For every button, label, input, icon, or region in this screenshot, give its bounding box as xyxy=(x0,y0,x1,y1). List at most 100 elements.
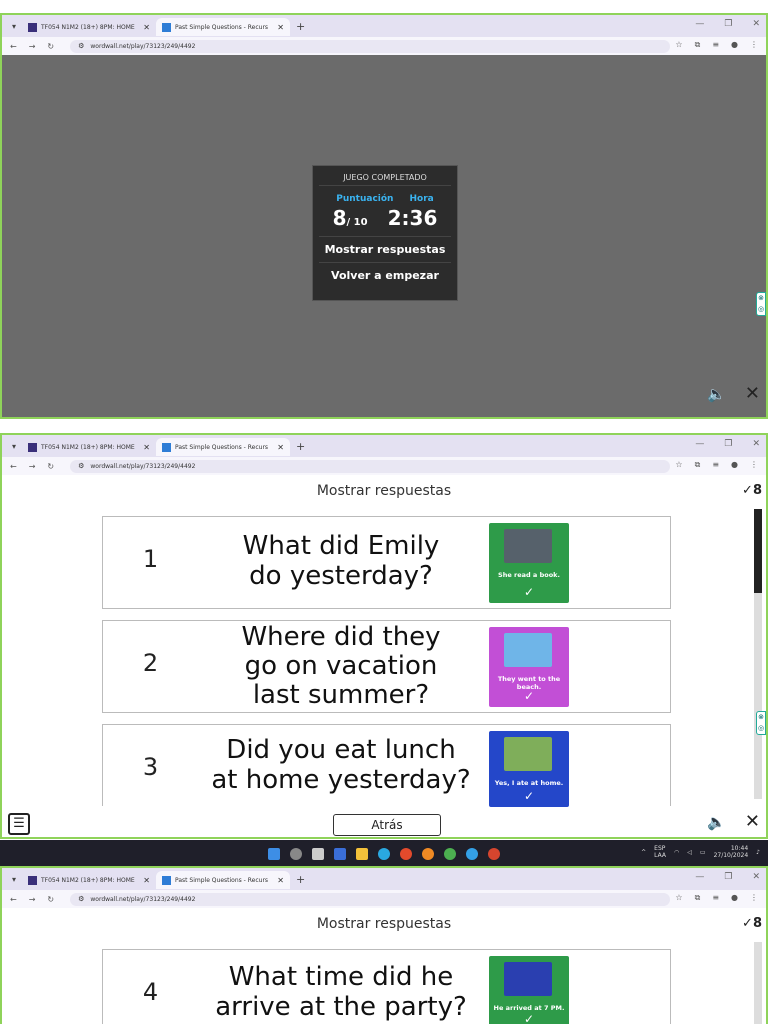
window-controls: — ❐ ✕ xyxy=(695,19,760,29)
back-button[interactable]: Atrás xyxy=(333,814,441,836)
start-icon[interactable] xyxy=(268,848,280,860)
profile-icon[interactable]: ● xyxy=(731,893,738,903)
tab-home[interactable]: TF054 N1M2 (18+) 8PM: HOME ✕ xyxy=(22,18,156,36)
reload-icon[interactable]: ↻ xyxy=(47,895,54,904)
sound-icon[interactable]: 🔈 xyxy=(707,813,726,831)
side-widget-icon[interactable]: ⊗ ◎ xyxy=(756,711,766,735)
answer-caption: Yes, I ate at home. xyxy=(494,779,564,787)
restore-icon[interactable]: ❐ xyxy=(724,439,732,449)
tray-chevron-icon[interactable]: ^ xyxy=(641,849,646,856)
tab-list-icon[interactable]: ▾ xyxy=(6,22,22,31)
answer-image xyxy=(504,633,552,667)
media-icon[interactable]: ≡ xyxy=(712,40,719,50)
site-info-icon[interactable]: ⚙ xyxy=(78,462,84,470)
close-window-icon[interactable]: ✕ xyxy=(752,439,760,449)
close-tab-icon[interactable]: ✕ xyxy=(143,23,150,32)
tab-wordwall[interactable]: Past Simple Questions - Recurs ✕ xyxy=(156,871,290,889)
forward-icon[interactable]: → xyxy=(29,462,36,471)
close-tab-icon[interactable]: ✕ xyxy=(277,443,284,452)
chrome-icon[interactable] xyxy=(444,848,456,860)
reload-icon[interactable]: ↻ xyxy=(47,462,54,471)
battery-icon[interactable]: ▭ xyxy=(700,849,706,856)
favicon-icon xyxy=(162,875,171,885)
clock[interactable]: 10:44 27/10/2024 xyxy=(714,845,749,859)
scrollbar[interactable] xyxy=(754,509,762,799)
scrollbar-thumb[interactable] xyxy=(754,509,762,593)
close-tab-icon[interactable]: ✕ xyxy=(143,876,150,885)
side-widget-icon[interactable]: ⊗ ◎ xyxy=(756,292,766,316)
tab-bar: ▾ TF054 N1M2 (18+) 8PM: HOME ✕ Past Simpl… xyxy=(2,435,766,457)
extensions-icon[interactable]: ⧉ xyxy=(695,893,701,903)
restore-icon[interactable]: ❐ xyxy=(724,872,732,882)
new-tab-icon[interactable]: + xyxy=(296,873,305,886)
language-indicator[interactable]: ESP LAA xyxy=(654,845,666,859)
scrollbar[interactable] xyxy=(754,942,762,1024)
back-icon[interactable]: ← xyxy=(10,462,17,471)
tab-wordwall[interactable]: Past Simple Questions - Recurs ✕ xyxy=(156,18,290,36)
time-label: Hora xyxy=(409,194,434,204)
extensions-icon[interactable]: ⧉ xyxy=(695,460,701,470)
bookmark-star-icon[interactable]: ☆ xyxy=(675,893,682,903)
opera-icon[interactable] xyxy=(400,848,412,860)
extensions-icon[interactable]: ⧉ xyxy=(695,40,701,50)
bookmark-star-icon[interactable]: ☆ xyxy=(675,40,682,50)
sound-icon[interactable]: 🔈 xyxy=(707,385,726,403)
close-window-icon[interactable]: ✕ xyxy=(752,19,760,29)
menu-kebab-icon[interactable]: ⋮ xyxy=(750,40,758,50)
notification-bell-icon[interactable]: ♪ xyxy=(756,849,760,856)
show-answers-button[interactable]: Mostrar respuestas xyxy=(319,236,451,262)
minimize-icon[interactable]: — xyxy=(695,872,704,882)
back-icon[interactable]: ← xyxy=(10,895,17,904)
minimize-icon[interactable]: — xyxy=(695,439,704,449)
volume-icon[interactable]: ◁ xyxy=(687,849,692,856)
firefox-icon[interactable] xyxy=(422,848,434,860)
url-field[interactable]: ⚙ wordwall.net/play/73123/249/4492 xyxy=(70,892,671,906)
back-icon[interactable]: ← xyxy=(10,42,17,51)
powerpoint-icon[interactable] xyxy=(488,848,500,860)
new-tab-icon[interactable]: + xyxy=(296,440,305,453)
window-controls: — ❐ ✕ xyxy=(695,439,760,449)
chrome-profile-icon[interactable] xyxy=(466,848,478,860)
new-tab-icon[interactable]: + xyxy=(296,20,305,33)
media-icon[interactable]: ≡ xyxy=(712,460,719,470)
close-game-icon[interactable]: ✕ xyxy=(745,811,760,832)
site-info-icon[interactable]: ⚙ xyxy=(78,895,84,903)
edge-icon[interactable] xyxy=(378,848,390,860)
close-tab-icon[interactable]: ✕ xyxy=(143,443,150,452)
address-bar: ← → ↻ ⚙ wordwall.net/play/73123/249/4492 ☆ ⧉… xyxy=(2,37,766,55)
tab-wordwall[interactable]: Past Simple Questions - Recurs ✕ xyxy=(156,438,290,456)
media-icon[interactable]: ≡ xyxy=(712,893,719,903)
search-icon[interactable] xyxy=(290,848,302,860)
question-text: Where did they go on vacation last summer? xyxy=(241,622,441,710)
site-info-icon[interactable]: ⚙ xyxy=(78,42,84,50)
url-field[interactable]: ⚙ wordwall.net/play/73123/249/4492 xyxy=(70,459,671,473)
tab-title: Past Simple Questions - Recurs xyxy=(175,443,269,451)
close-game-icon[interactable]: ✕ xyxy=(745,383,760,404)
file-explorer-icon[interactable] xyxy=(356,848,368,860)
menu-kebab-icon[interactable]: ⋮ xyxy=(750,893,758,903)
close-window-icon[interactable]: ✕ xyxy=(752,872,760,882)
wifi-icon[interactable]: ◠ xyxy=(674,849,679,856)
result-card: JUEGO COMPLETADO Puntuación Hora 8/ 10 2:3… xyxy=(312,165,458,301)
answer-image xyxy=(504,737,552,771)
menu-icon[interactable]: ☰ xyxy=(8,813,30,835)
tab-home[interactable]: TF054 N1M2 (18+) 8PM: HOME ✕ xyxy=(22,871,156,889)
restore-icon[interactable]: ❐ xyxy=(724,19,732,29)
close-tab-icon[interactable]: ✕ xyxy=(277,23,284,32)
url-field[interactable]: ⚙ wordwall.net/play/73123/249/4492 xyxy=(70,39,671,53)
tab-home[interactable]: TF054 N1M2 (18+) 8PM: HOME ✕ xyxy=(22,438,156,456)
widgets-icon[interactable] xyxy=(334,848,346,860)
forward-icon[interactable]: → xyxy=(29,42,36,51)
forward-icon[interactable]: → xyxy=(29,895,36,904)
task-view-icon[interactable] xyxy=(312,848,324,860)
tab-list-icon[interactable]: ▾ xyxy=(6,875,22,884)
profile-icon[interactable]: ● xyxy=(731,460,738,470)
restart-button[interactable]: Volver a empezar xyxy=(319,262,451,288)
menu-kebab-icon[interactable]: ⋮ xyxy=(750,460,758,470)
profile-icon[interactable]: ● xyxy=(731,40,738,50)
tab-list-icon[interactable]: ▾ xyxy=(6,442,22,451)
reload-icon[interactable]: ↻ xyxy=(47,42,54,51)
close-tab-icon[interactable]: ✕ xyxy=(277,876,284,885)
bookmark-star-icon[interactable]: ☆ xyxy=(675,460,682,470)
minimize-icon[interactable]: — xyxy=(695,19,704,29)
